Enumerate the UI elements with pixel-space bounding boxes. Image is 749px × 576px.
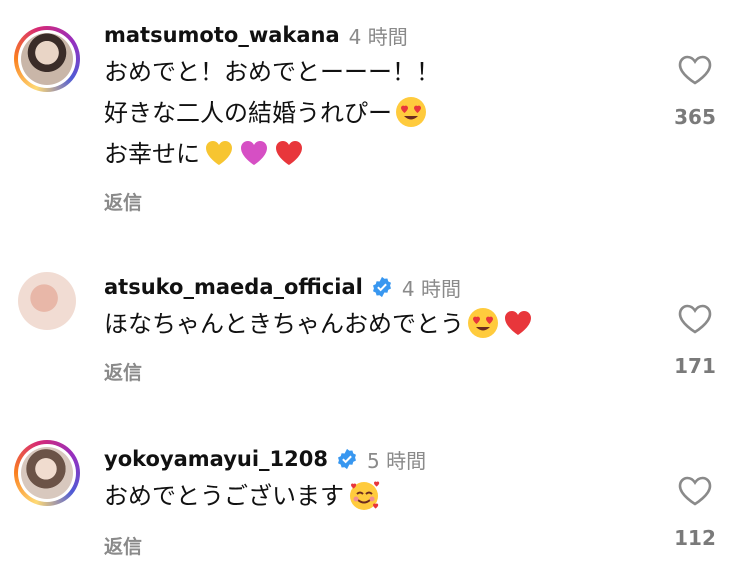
smiling-face-with-hearts-emoji — [350, 481, 380, 510]
username[interactable]: atsuko_maeda_official — [104, 275, 363, 299]
like-count: 112 — [674, 526, 716, 550]
avatar-story-ring[interactable] — [14, 440, 80, 506]
verified-badge-icon — [372, 276, 391, 298]
red-heart-emoji — [505, 311, 531, 335]
reply-button[interactable]: 返信 — [104, 358, 142, 385]
comment-time: 5 時間 — [367, 448, 427, 473]
avatar — [21, 33, 73, 85]
verified-badge-icon — [338, 448, 356, 470]
heart-eyes-emoji — [396, 97, 426, 127]
comment-line: おめでとうございます — [104, 476, 659, 517]
comment-time: 4 時間 — [401, 276, 461, 301]
red-heart-emoji — [276, 141, 302, 165]
avatar-story-ring[interactable] — [14, 26, 80, 92]
comment-text: ほなちゃんときちゃんおめでとう — [104, 304, 659, 345]
comment-line: 好きな二人の結婚うれぴー — [104, 93, 659, 134]
yellow-heart-emoji — [206, 141, 232, 165]
username[interactable]: matsumoto_wakana — [104, 23, 340, 47]
pink-heart-emoji — [241, 141, 267, 165]
avatar — [21, 447, 73, 499]
reply-button[interactable]: 返信 — [104, 532, 142, 559]
comment-line: お幸せに — [104, 134, 659, 175]
comment-line: おめでと！おめでとーーー！！ — [104, 58, 440, 86]
comment-time: 4 時間 — [348, 24, 408, 49]
username[interactable]: yokoyamayui_1208 — [104, 447, 328, 471]
like-heart-icon[interactable] — [678, 476, 712, 506]
like-heart-icon[interactable] — [678, 304, 712, 334]
like-heart-icon[interactable] — [678, 55, 712, 85]
heart-eyes-emoji — [468, 308, 498, 338]
comment-line: ほなちゃんときちゃんおめでとう — [104, 304, 659, 345]
comment-text: おめでと！おめでとーーー！！ 好きな二人の結婚うれぴー お幸せに — [104, 52, 659, 175]
like-count: 171 — [674, 354, 716, 378]
reply-button[interactable]: 返信 — [104, 188, 142, 215]
comment-text: おめでとうございます — [104, 476, 659, 517]
avatar — [18, 272, 76, 330]
like-count: 365 — [674, 105, 716, 129]
avatar-wrapper[interactable] — [14, 268, 80, 334]
